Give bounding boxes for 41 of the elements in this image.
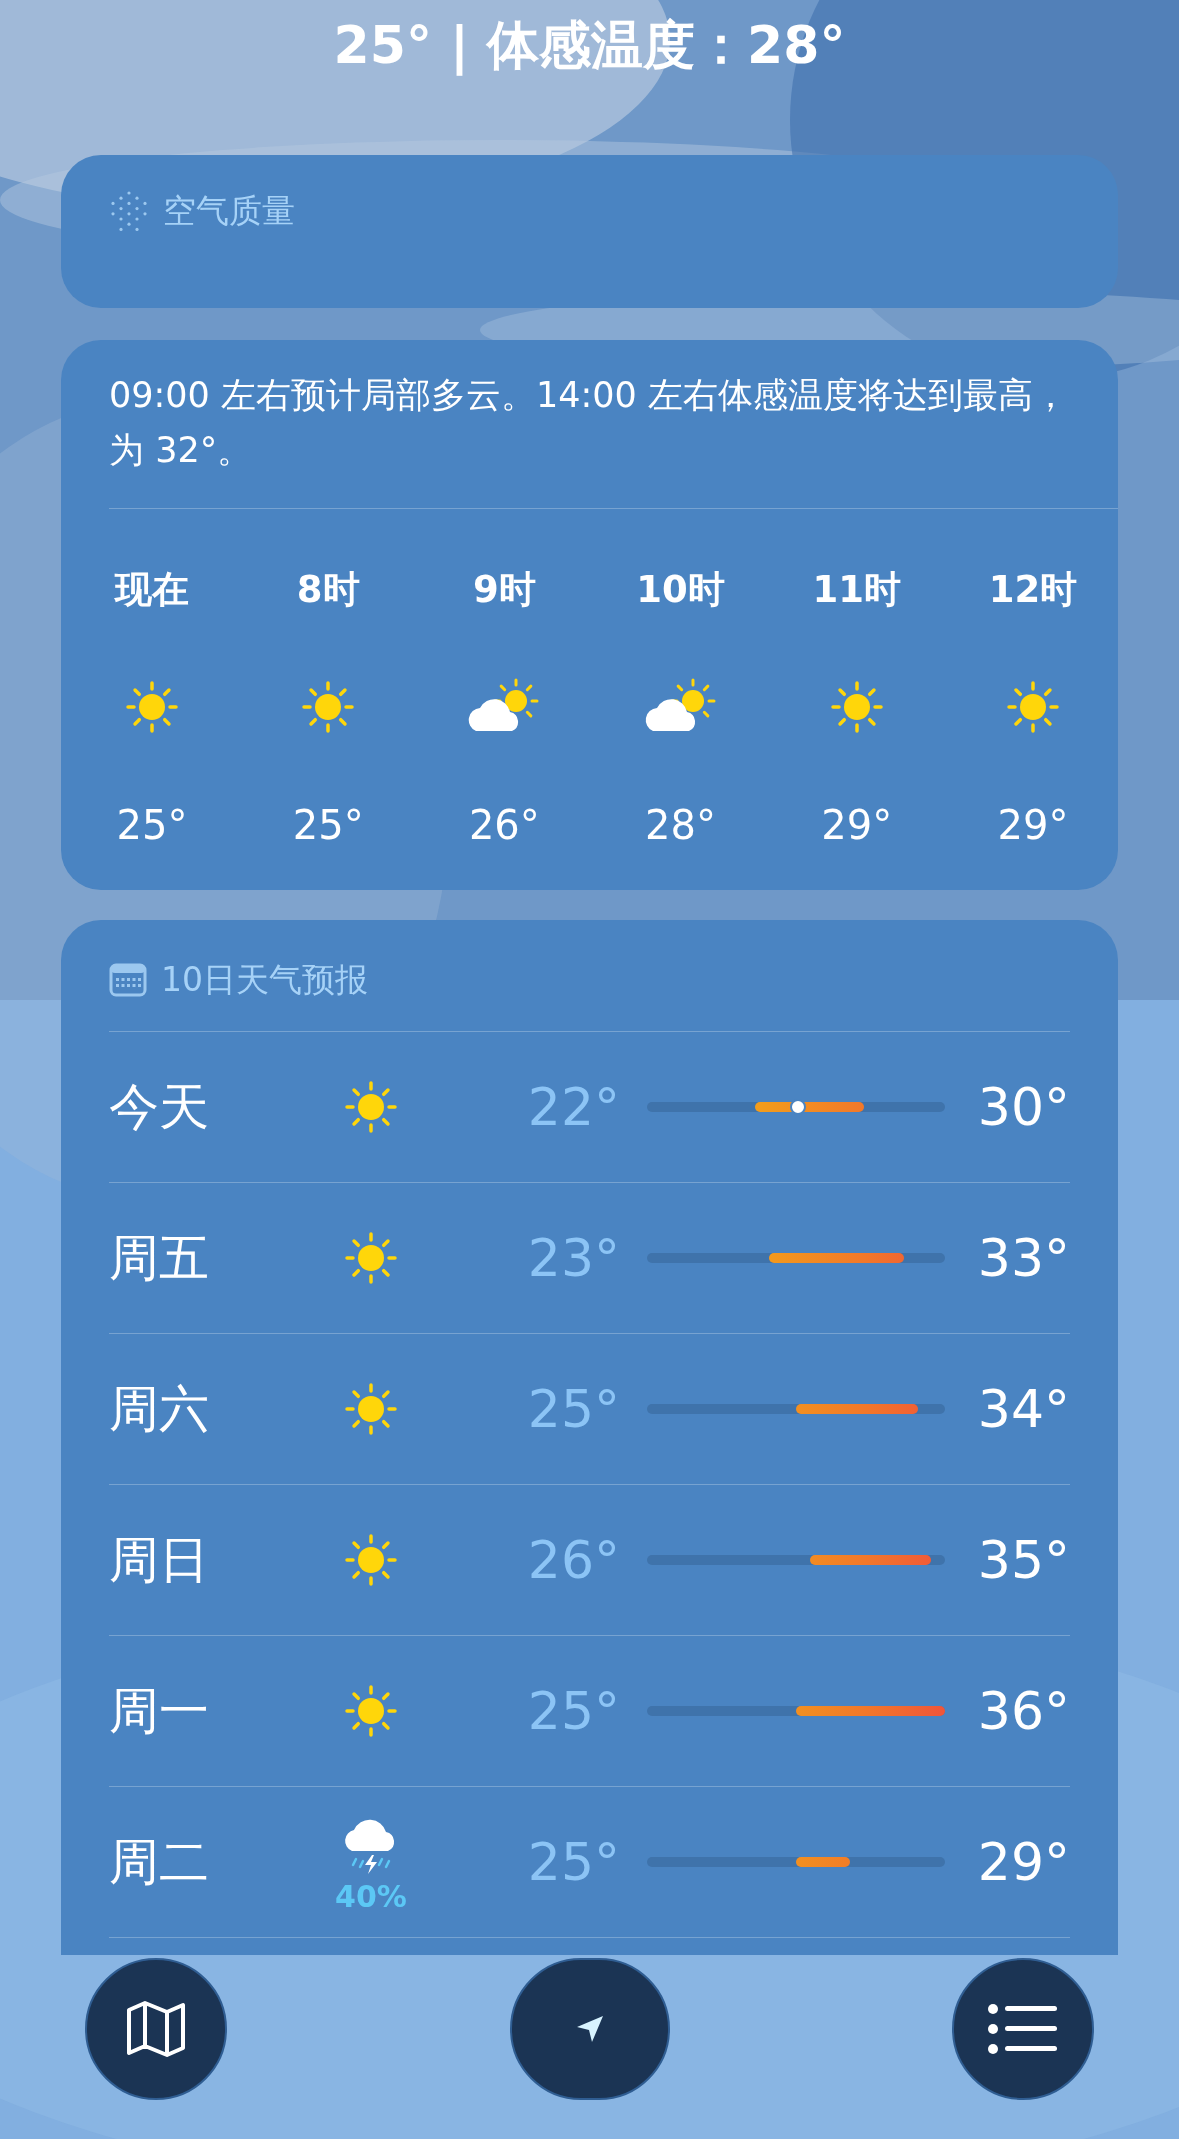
hour-temperature: 29° [997,801,1069,850]
day-label: 今天 [109,1076,210,1138]
day-label: 周二 [109,1831,210,1893]
hour-label: 10时 [636,567,725,613]
temperature-range-bar [796,1857,851,1867]
day-label: 周一 [109,1680,210,1742]
high-temperature: 36° [976,1681,1070,1741]
high-temperature: 30° [976,1077,1070,1137]
low-temperature: 26° [526,1530,621,1590]
hour-temperature: 28° [645,801,716,850]
hour-temperature: 26° [468,801,540,850]
dots-icon [109,189,149,233]
current-temperature: 25° | 体感温度：28° [333,14,846,78]
hour-label: 12时 [988,567,1078,613]
forecast-summary: 09:00 左右预计局部多云。14:00 左右体感温度将达到最高，为 32°。 [109,374,1069,472]
air-quality-card[interactable]: 空气质量 [61,155,1118,308]
low-temperature: 25° [526,1832,621,1892]
hour-label: 8时 [296,567,360,613]
current-temperature-dot [790,1099,806,1115]
day-label: 周日 [109,1529,210,1591]
precipitation-chance: 40% [335,1881,407,1913]
hour-temperature: 29° [821,801,893,850]
low-temperature: 22° [526,1077,621,1137]
low-temperature: 23° [526,1228,621,1288]
day-label: 周五 [109,1227,210,1289]
hour-label: 现在 [115,567,189,613]
hour-label: 11时 [812,567,901,613]
day-label: 周六 [109,1378,210,1440]
hour-temperature: 25° [292,801,364,850]
list-icon [988,2003,1058,2055]
low-temperature: 25° [526,1379,621,1439]
hour-temperature: 25° [116,801,188,850]
high-temperature: 29° [976,1832,1070,1892]
low-temperature: 25° [526,1681,621,1741]
high-temperature: 34° [976,1379,1070,1439]
daily-forecast-title: 10日天气预报 [161,958,368,1001]
hour-label: 9时 [473,567,536,613]
high-temperature: 35° [976,1530,1070,1590]
calendar-icon [109,962,147,997]
high-temperature: 33° [976,1228,1070,1288]
air-quality-title: 空气质量 [163,190,295,232]
